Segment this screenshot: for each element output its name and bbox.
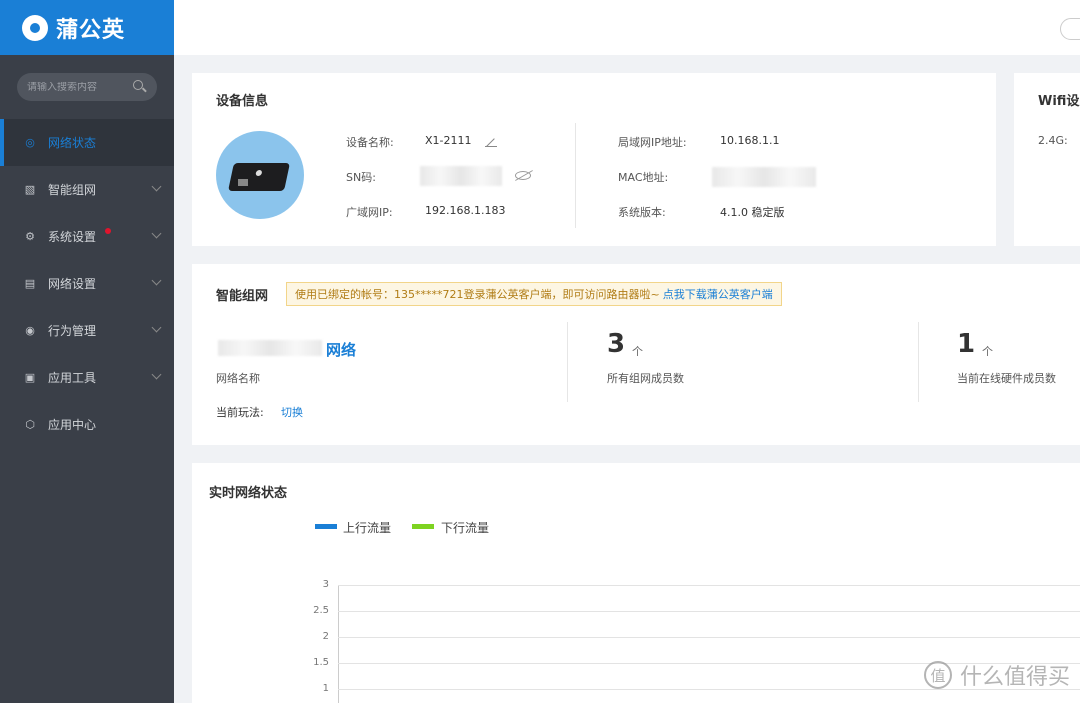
chevron-down-icon [151, 275, 162, 286]
grid-line [338, 637, 1080, 638]
wan-ip-label: 广域网IP: [346, 206, 393, 219]
mode-label: 当前玩法: [216, 406, 264, 419]
sidebar-nav: ◎ 网络状态 ▧ 智能组网 ⚙ 系统设置 ▤ 网络设置 ◉ 行为管理 ▣ 应用工… [0, 119, 174, 448]
legend-down-label: 下行流量 [441, 521, 490, 535]
mac-label: MAC地址: [618, 171, 669, 184]
device-info-card: 设备信息 设备名称: X1-2111 SN码: 广域网IP: 192.168.1… [192, 73, 996, 246]
y-tick-label: 2.5 [313, 605, 329, 616]
divider [567, 322, 568, 402]
router-icon [228, 163, 290, 191]
search-icon[interactable] [133, 80, 147, 94]
version-value: 4.1.0 稳定版 [720, 206, 785, 219]
dandelion-logo-icon [22, 14, 48, 41]
sidebar-item-label: 应用中心 [48, 418, 97, 432]
sidebar-item-label: 网络设置 [48, 277, 97, 291]
y-tick-label: 1 [322, 683, 329, 694]
chevron-down-icon [151, 322, 162, 333]
sidebar-item-smart-mesh[interactable]: ▧ 智能组网 [0, 166, 174, 213]
network-name-suffix: 网络 [326, 341, 357, 359]
search-input[interactable] [27, 81, 127, 93]
sidebar: 蒲公英 ◎ 网络状态 ▧ 智能组网 ⚙ 系统设置 ▤ 网络设置 ◉ 行为管理 [0, 0, 174, 703]
online-count: 1 [957, 329, 976, 359]
sidebar-item-app-center[interactable]: ⬡ 应用中心 [0, 401, 174, 448]
sn-value-redacted [420, 166, 502, 186]
watermark-text: 什么值得买 [959, 665, 1070, 690]
members-unit: 个 [632, 345, 643, 358]
gear-icon: ⚙ [25, 230, 35, 243]
mesh-icon: ▧ [24, 183, 36, 196]
device-info-title: 设备信息 [216, 94, 269, 109]
legend-up-label: 上行流量 [343, 521, 392, 535]
y-axis [338, 585, 339, 703]
sidebar-item-app-tools[interactable]: ▣ 应用工具 [0, 354, 174, 401]
port-icon [238, 179, 248, 186]
chevron-down-icon [151, 228, 162, 239]
sidebar-item-network-status[interactable]: ◎ 网络状态 [0, 119, 174, 166]
online-unit: 个 [982, 345, 993, 358]
sidebar-item-label: 智能组网 [48, 183, 97, 197]
sidebar-item-label: 系统设置 [48, 230, 97, 244]
document-icon: ▤ [24, 277, 36, 290]
smart-mesh-card: 智能组网 使用已绑定的帐号：135*****721登录蒲公英客户端，即可访问路由… [192, 264, 1080, 445]
wan-ip-value: 192.168.1.183 [425, 204, 506, 217]
chevron-down-icon [151, 369, 162, 380]
notice-text: 使用已绑定的帐号：135*****721登录蒲公英客户端，即可访问路由器啦~ [295, 288, 660, 301]
toolbox-icon: ▣ [24, 371, 36, 384]
watermark-logo-icon: 值 [923, 661, 952, 689]
device-name-label: 设备名称: [346, 136, 394, 149]
top-bar [174, 0, 1080, 55]
divider [575, 123, 576, 228]
cube-icon: ⬡ [25, 418, 35, 431]
wifi-card: Wifi设置 2.4G: [1014, 73, 1080, 246]
sidebar-item-label: 网络状态 [48, 136, 97, 150]
online-label: 当前在线硬件成员数 [957, 372, 1056, 385]
sidebar-item-label: 应用工具 [48, 371, 97, 385]
switch-mode-link[interactable]: 切换 [281, 404, 303, 420]
download-client-link[interactable]: 点我下载蒲公英客户端 [663, 286, 773, 302]
sidebar-item-system-settings[interactable]: ⚙ 系统设置 [0, 213, 174, 260]
top-right-button[interactable] [1060, 18, 1080, 40]
legend-down-swatch [412, 524, 434, 529]
lan-ip-value: 10.168.1.1 [720, 134, 780, 147]
lan-ip-label: 局域网IP地址: [618, 136, 687, 149]
members-label: 所有组网成员数 [607, 372, 684, 385]
sidebar-item-label: 行为管理 [48, 324, 97, 338]
login-notice: 使用已绑定的帐号：135*****721登录蒲公英客户端，即可访问路由器啦~ 点… [286, 282, 782, 306]
edit-underline-icon [485, 146, 497, 147]
smart-mesh-title: 智能组网 [216, 289, 269, 304]
device-name-value: X1-2111 [425, 134, 472, 147]
network-name-redacted [218, 340, 322, 356]
legend-up-swatch [315, 524, 337, 529]
target-icon: ◉ [25, 324, 35, 337]
members-count: 3 [607, 329, 626, 359]
mac-value-redacted [712, 167, 816, 187]
divider [918, 322, 919, 402]
sidebar-item-network-settings[interactable]: ▤ 网络设置 [0, 260, 174, 307]
y-tick-label: 3 [322, 579, 329, 590]
logo[interactable]: 蒲公英 [0, 0, 174, 55]
realtime-title: 实时网络状态 [209, 486, 288, 501]
y-tick-label: 1.5 [313, 657, 329, 668]
wifi-band-label: 2.4G: [1038, 134, 1068, 147]
version-label: 系统版本: [618, 206, 666, 219]
sidebar-item-behavior-management[interactable]: ◉ 行为管理 [0, 307, 174, 354]
search-box [17, 73, 157, 101]
eye-hidden-icon[interactable] [515, 171, 531, 180]
logo-text: 蒲公英 [56, 17, 126, 43]
grid-line [338, 611, 1080, 612]
sn-label: SN码: [346, 171, 376, 184]
y-tick-label: 2 [322, 631, 329, 642]
network-icon: ◎ [25, 136, 35, 149]
notification-dot [105, 228, 111, 234]
wifi-title: Wifi设置 [1038, 94, 1080, 109]
device-image [216, 131, 304, 219]
network-name-label: 网络名称 [216, 372, 260, 385]
chevron-down-icon [151, 181, 162, 192]
watermark: 值 什么值得买 [923, 659, 1070, 691]
grid-line [338, 585, 1080, 586]
